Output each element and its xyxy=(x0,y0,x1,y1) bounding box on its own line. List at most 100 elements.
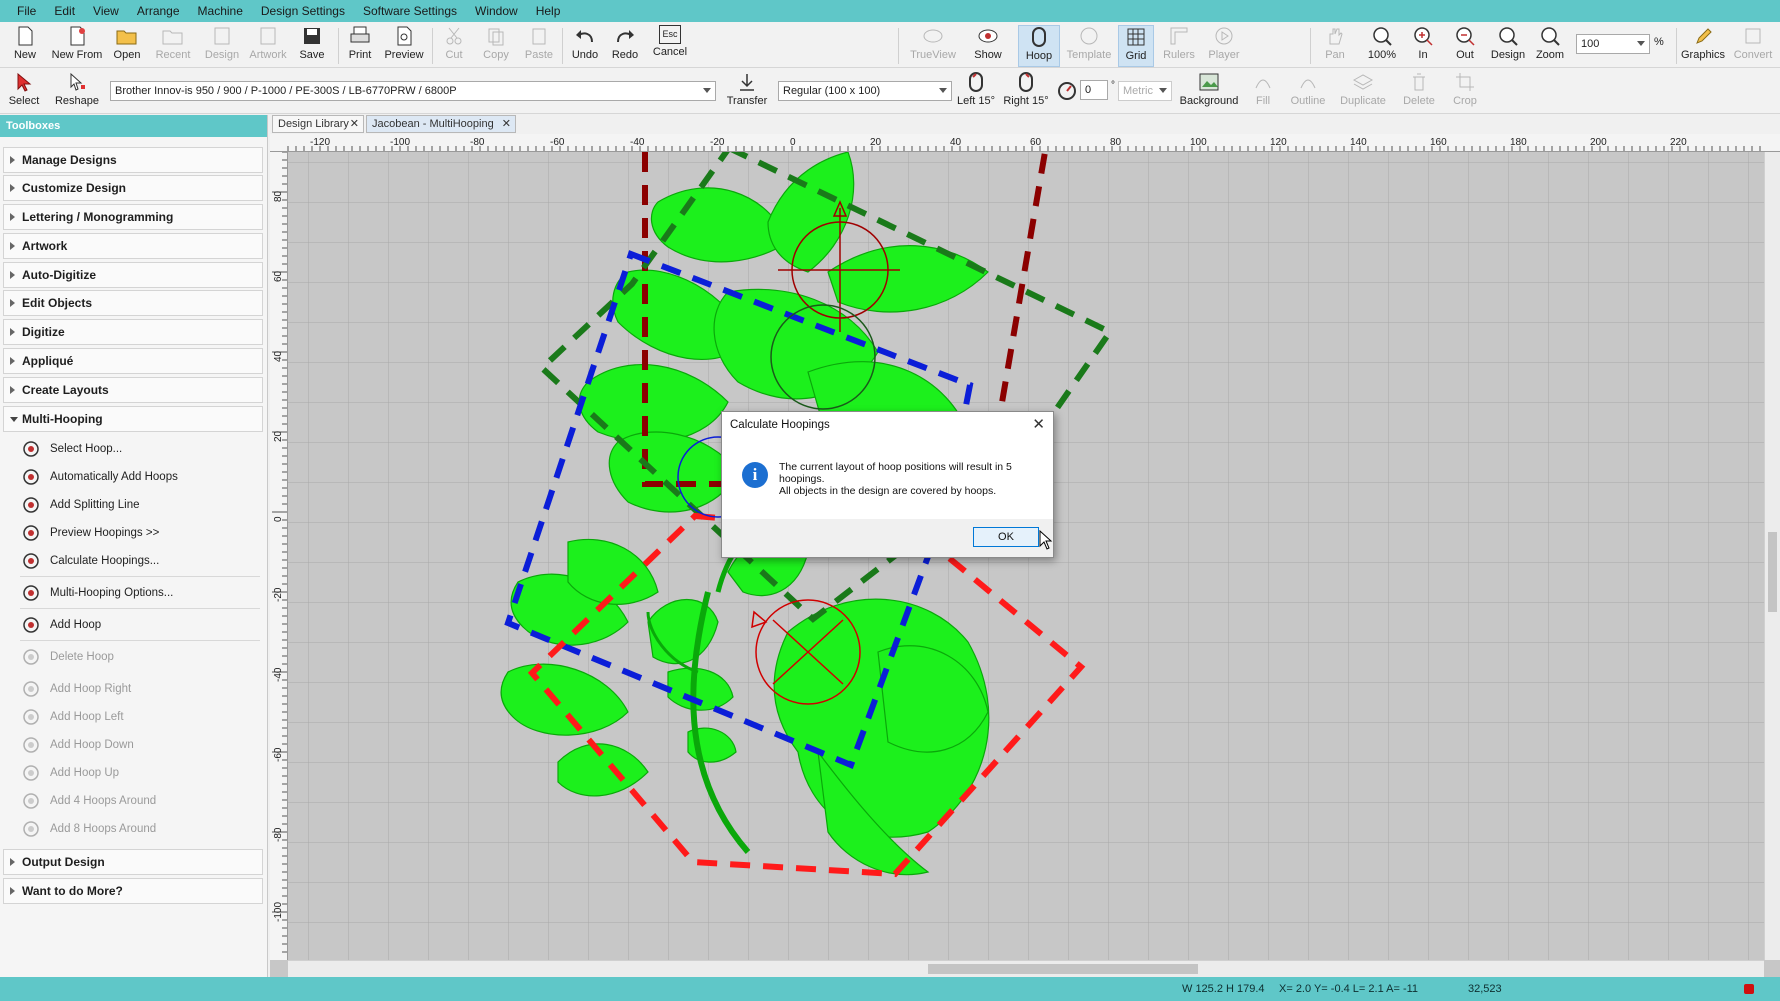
graphics-button[interactable]: Graphics xyxy=(1680,25,1726,67)
trueview-button[interactable]: TrueView xyxy=(908,25,958,67)
select-button[interactable]: Select xyxy=(4,71,44,113)
menu-edit[interactable]: Edit xyxy=(45,0,84,22)
tool-select-hoop[interactable]: Select Hoop... xyxy=(20,437,260,461)
tool-add-hoop[interactable]: Add Hoop xyxy=(20,613,260,637)
menu-machine[interactable]: Machine xyxy=(189,0,252,22)
units-select[interactable]: Metric xyxy=(1118,81,1172,101)
section-want-to-do-more[interactable]: Want to do More? xyxy=(3,878,263,904)
tool-add-8-hoops-around[interactable]: Add 8 Hoops Around xyxy=(20,817,260,841)
section-multi-hooping[interactable]: Multi-Hooping xyxy=(3,406,263,432)
fill-button[interactable]: Fill xyxy=(1246,71,1280,113)
close-icon[interactable]: ✕ xyxy=(1032,415,1045,433)
ruler-label: -20 xyxy=(710,137,725,148)
zoom-level-combo[interactable]: 100 xyxy=(1576,34,1650,54)
menu-arrange[interactable]: Arrange xyxy=(128,0,189,22)
section-manage-designs[interactable]: Manage Designs xyxy=(3,147,263,173)
ruler-label: -80 xyxy=(470,137,485,148)
player-button[interactable]: Player xyxy=(1204,25,1244,67)
pan-button[interactable]: Pan xyxy=(1320,25,1350,67)
zoom-button[interactable]: Zoom xyxy=(1532,25,1568,67)
zoom-design-button[interactable]: Design xyxy=(1488,25,1528,67)
menu-help[interactable]: Help xyxy=(527,0,570,22)
tool-add-splitting-line[interactable]: Add Splitting Line xyxy=(20,493,260,517)
menu-window[interactable]: Window xyxy=(466,0,527,22)
vertical-scrollbar[interactable] xyxy=(1764,152,1780,960)
transfer-button[interactable]: Transfer xyxy=(722,71,772,113)
new-button[interactable]: New xyxy=(10,25,40,67)
section-edit-objects[interactable]: Edit Objects xyxy=(3,290,263,316)
undo-button[interactable]: Undo xyxy=(568,25,602,67)
tool-add-hoop-up[interactable]: Add Hoop Up xyxy=(20,761,260,785)
preview-button[interactable]: Preview xyxy=(382,25,426,67)
menu-view[interactable]: View xyxy=(84,0,128,22)
cancel-button[interactable]: Esc Cancel xyxy=(650,25,690,67)
paste-button[interactable]: Paste xyxy=(522,25,556,67)
show-button[interactable]: Show xyxy=(968,25,1008,67)
open-button[interactable]: Open xyxy=(110,25,144,67)
delete-button[interactable]: Delete xyxy=(1398,71,1440,113)
hoop-size-select[interactable]: Regular (100 x 100) xyxy=(778,81,952,101)
background-button[interactable]: Background xyxy=(1178,71,1240,113)
tab-design-library[interactable]: Design Library ✕ xyxy=(272,115,364,133)
tab-jacobean-multihooping[interactable]: Jacobean - MultiHooping ✕ xyxy=(366,115,516,133)
chevron-down-icon xyxy=(939,88,947,93)
close-icon[interactable]: ✕ xyxy=(502,116,511,132)
menu-software-settings[interactable]: Software Settings xyxy=(354,0,466,22)
tool-multi-hooping-options[interactable]: Multi-Hooping Options... xyxy=(20,581,260,605)
save-button[interactable]: Save xyxy=(296,25,328,67)
tool-preview-hoopings[interactable]: Preview Hoopings >> xyxy=(20,521,260,545)
design-button[interactable]: Design xyxy=(202,25,242,67)
print-button[interactable]: Print xyxy=(344,25,376,67)
menu-design-settings[interactable]: Design Settings xyxy=(252,0,354,22)
zoom-100-button[interactable]: 100% xyxy=(1364,25,1400,67)
tool-add-4-hoops-around[interactable]: Add 4 Hoops Around xyxy=(20,789,260,813)
hoop-tool-icon xyxy=(23,553,39,569)
close-icon[interactable]: ✕ xyxy=(350,116,359,132)
cut-button[interactable]: Cut xyxy=(440,25,468,67)
horizontal-scrollbar[interactable] xyxy=(288,960,1764,977)
ruler-label: 220 xyxy=(1670,137,1687,148)
copy-button[interactable]: Copy xyxy=(480,25,512,67)
convert-button[interactable]: Convert xyxy=(1730,25,1776,67)
template-button[interactable]: Template xyxy=(1064,25,1114,67)
rotate-left-15-button[interactable]: Left 15° xyxy=(954,71,998,113)
section-digitize[interactable]: Digitize xyxy=(3,319,263,345)
hoop-tool-icon xyxy=(23,821,39,837)
zoom-in-button[interactable]: In xyxy=(1408,25,1438,67)
tool-delete-hoop[interactable]: Delete Hoop xyxy=(20,645,260,669)
ruler-label: 120 xyxy=(1270,137,1287,148)
crop-button[interactable]: Crop xyxy=(1448,71,1482,113)
grid-button[interactable]: Grid xyxy=(1118,25,1154,67)
zoom-out-button[interactable]: Out xyxy=(1450,25,1480,67)
section-appliqu[interactable]: Appliqué xyxy=(3,348,263,374)
section-lettering-monogramming[interactable]: Lettering / Monogramming xyxy=(3,204,263,230)
section-customize-design[interactable]: Customize Design xyxy=(3,175,263,201)
menu-file[interactable]: File xyxy=(8,0,45,22)
tool-calculate-hoopings[interactable]: Calculate Hoopings... xyxy=(20,549,260,573)
tool-automatically-add-hoops[interactable]: Automatically Add Hoops xyxy=(20,465,260,489)
new-from-button[interactable]: New From xyxy=(48,25,106,67)
tool-add-hoop-left[interactable]: Add Hoop Left xyxy=(20,705,260,729)
section-auto-digitize[interactable]: Auto-Digitize xyxy=(3,262,263,288)
artwork-button[interactable]: Artwork xyxy=(246,25,290,67)
tool-add-hoop-right[interactable]: Add Hoop Right xyxy=(20,677,260,701)
reshape-button[interactable]: Reshape xyxy=(52,71,102,113)
outline-button[interactable]: Outline xyxy=(1286,71,1330,113)
section-create-layouts[interactable]: Create Layouts xyxy=(3,377,263,403)
scroll-thumb[interactable] xyxy=(1768,532,1777,612)
recent-button[interactable]: Recent xyxy=(152,25,194,67)
section-output-design[interactable]: Output Design xyxy=(3,849,263,875)
angle-input[interactable]: 0 xyxy=(1080,80,1108,100)
redo-button[interactable]: Redo xyxy=(608,25,642,67)
duplicate-button[interactable]: Duplicate xyxy=(1336,71,1390,113)
scroll-thumb[interactable] xyxy=(928,964,1198,974)
rotate-right-15-button[interactable]: Right 15° xyxy=(1002,71,1050,113)
hoop-button[interactable]: Hoop xyxy=(1018,25,1060,67)
hoop-tool-icon xyxy=(23,617,39,633)
section-artwork[interactable]: Artwork xyxy=(3,233,263,259)
document-tabs: Design Library ✕ Jacobean - MultiHooping ✕ xyxy=(270,115,1780,133)
rulers-button[interactable]: Rulers xyxy=(1160,25,1198,67)
tool-add-hoop-down[interactable]: Add Hoop Down xyxy=(20,733,260,757)
ok-button[interactable]: OK xyxy=(973,527,1039,547)
machine-select[interactable]: Brother Innov-is 950 / 900 / P-1000 / PE… xyxy=(110,81,716,101)
